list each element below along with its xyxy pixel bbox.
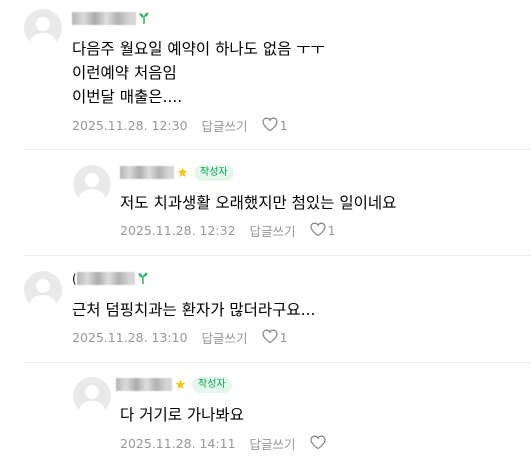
comment-meta: 2025.11.28. 12:32 답글쓰기 1 xyxy=(120,221,336,240)
avatar[interactable] xyxy=(73,377,111,415)
comment-text-line: 다음주 월요일 예약이 하나도 없음 ㅜㅜ xyxy=(72,40,325,58)
comment-meta: 2025.11.28. 12:30 답글쓰기 1 xyxy=(72,116,288,135)
heart-icon xyxy=(309,222,326,240)
star-icon xyxy=(175,375,186,394)
like-count: 1 xyxy=(327,223,336,238)
avatar[interactable] xyxy=(24,9,62,47)
like-count: 1 xyxy=(279,330,288,345)
comment-text-line: 이런예약 처음임 xyxy=(72,64,177,82)
comment-date: 2025.11.28. 12:32 xyxy=(120,223,236,238)
comment-text: 근처 덤핑치과는 환자가 많더라구요... xyxy=(72,298,315,322)
comment-date: 2025.11.28. 14:11 xyxy=(120,436,236,451)
reply-button[interactable]: 답글쓰기 xyxy=(250,221,296,240)
comment-text-line: 저도 치과생활 오래했지만 첨있는 일이네요 xyxy=(120,194,397,212)
heart-icon xyxy=(261,117,278,135)
heart-icon xyxy=(309,435,326,453)
reply-button[interactable]: 답글쓰기 xyxy=(250,434,296,453)
like-button[interactable]: 1 xyxy=(261,117,288,135)
comment-text: 다 거기로 가나봐요 xyxy=(120,403,244,427)
like-button[interactable]: 1 xyxy=(309,222,336,240)
comment-text: 저도 치과생활 오래했지만 첨있는 일이네요 xyxy=(120,191,396,215)
reply-button[interactable]: 답글쓰기 xyxy=(202,328,248,347)
reply-comment-item: 작성자 저도 치과생활 오래했지만 첨있는 일이네요 2025.11.28. 1… xyxy=(0,150,531,257)
comment-text-line: 이번달 매출은.... xyxy=(72,88,183,106)
reply-comment-item: 작성자 다 거기로 가나봐요 2025.11.28. 14:11 답글쓰기 xyxy=(0,363,531,465)
sprout-icon xyxy=(139,9,149,28)
comment-meta: 2025.11.28. 13:10 답글쓰기 1 xyxy=(72,328,288,347)
author-badge: 작성자 xyxy=(192,376,232,393)
nickname-blurred[interactable]: 작성자 xyxy=(120,164,234,181)
comment-date: 2025.11.28. 13:10 xyxy=(72,330,188,345)
avatar[interactable] xyxy=(73,165,111,203)
author-badge: 작성자 xyxy=(194,164,234,181)
star-icon xyxy=(177,163,188,182)
comment-item: 다음주 월요일 예약이 하나도 없음 ㅜㅜ 이런예약 처음임 이번달 매출은..… xyxy=(0,0,531,150)
nickname-blurred[interactable]: 작성자 xyxy=(116,376,232,393)
like-count: 1 xyxy=(279,118,288,133)
comment-text-line: 근처 덤핑치과는 환자가 많더라구요... xyxy=(72,301,316,319)
comment-text: 다음주 월요일 예약이 하나도 없음 ㅜㅜ 이런예약 처음임 이번달 매출은..… xyxy=(72,37,325,109)
nickname-blurred[interactable] xyxy=(72,10,149,27)
avatar[interactable] xyxy=(24,271,62,309)
divider xyxy=(24,255,531,256)
heart-icon xyxy=(261,329,278,347)
sprout-icon xyxy=(138,269,148,288)
comment-date: 2025.11.28. 12:30 xyxy=(72,118,188,133)
comment-text-line: 다 거기로 가나봐요 xyxy=(120,406,244,424)
comment-meta: 2025.11.28. 14:11 답글쓰기 xyxy=(120,434,328,453)
like-button[interactable]: 1 xyxy=(261,329,288,347)
reply-button[interactable]: 답글쓰기 xyxy=(202,116,248,135)
nickname-blurred[interactable]: ( xyxy=(72,270,148,287)
like-button[interactable] xyxy=(309,435,328,453)
comment-item: ( 근처 덤핑치과는 환자가 많더라구요... 2025.11.28. 13:1… xyxy=(0,257,531,363)
